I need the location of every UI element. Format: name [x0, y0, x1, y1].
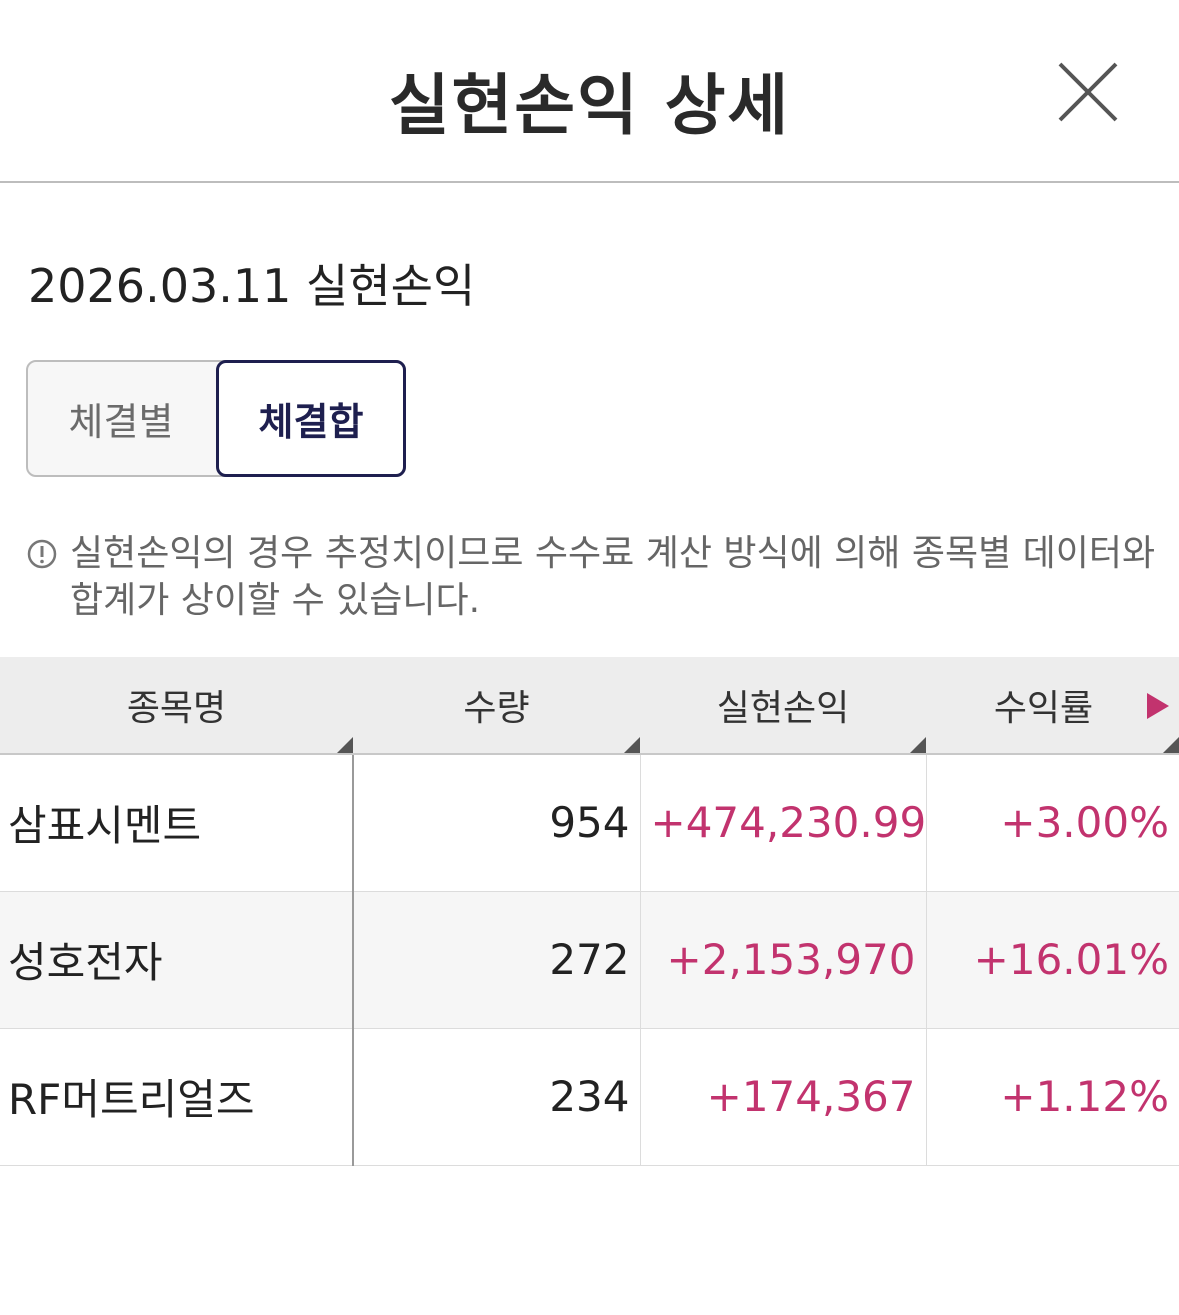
quantity-cell: 954	[353, 754, 641, 892]
stock-name-cell: 성호전자	[0, 891, 354, 1029]
column-header-qty[interactable]: 수량	[353, 657, 640, 755]
return-rate-cell: +16.01%	[926, 891, 1179, 1029]
table-header-row: 종목명 수량 실현손익 수익률	[0, 657, 1179, 755]
notice-text: 실현손익의 경우 추정치이므로 수수료 계산 방식에 의해 종목별 데이터와 합…	[70, 533, 1156, 621]
date-pnl-title: 2026.03.11 실현손익	[28, 259, 476, 313]
scroll-right-icon[interactable]	[1145, 691, 1171, 721]
header-label: 종목명	[126, 688, 227, 729]
realized-pnl-cell: +2,153,970	[640, 891, 927, 1029]
stock-name-cell: 삼표시멘트	[0, 754, 354, 892]
column-header-pnl[interactable]: 실현손익	[640, 657, 926, 755]
sort-corner-icon	[1163, 737, 1179, 753]
close-button[interactable]	[1054, 58, 1122, 126]
realized-pnl-cell: +474,230.99	[640, 754, 927, 892]
sort-corner-icon	[910, 737, 926, 753]
view-mode-segment: 체결별 체결합	[26, 360, 406, 477]
pnl-table: 종목명 수량 실현손익 수익률 삼표시멘트 954 +474,230.99 +3…	[0, 657, 1179, 1166]
column-header-name[interactable]: 종목명	[0, 657, 353, 755]
table-row[interactable]: RF머트리얼즈 234 +174,367 +1.12%	[0, 1028, 1179, 1166]
page-title: 실현손익 상세	[388, 67, 791, 144]
tab-execution-sum[interactable]: 체결합	[216, 360, 406, 477]
realized-pnl-cell: +174,367	[640, 1028, 927, 1166]
return-rate-cell: +1.12%	[926, 1028, 1179, 1166]
table-row[interactable]: 삼표시멘트 954 +474,230.99 +3.00%	[0, 754, 1179, 892]
sort-corner-icon	[624, 737, 640, 753]
modal-header: 실현손익 상세	[0, 0, 1179, 183]
notice: 실현손익의 경우 추정치이므로 수수료 계산 방식에 의해 종목별 데이터와 합…	[26, 530, 1156, 624]
return-rate-cell: +3.00%	[926, 754, 1179, 892]
table-row[interactable]: 성호전자 272 +2,153,970 +16.01%	[0, 891, 1179, 1029]
info-icon	[27, 539, 57, 569]
header-label: 실현손익	[716, 688, 850, 729]
tab-by-execution[interactable]: 체결별	[26, 360, 216, 477]
column-header-rate[interactable]: 수익률	[926, 657, 1179, 755]
quantity-cell: 272	[353, 891, 641, 1029]
sort-corner-icon	[337, 737, 353, 753]
quantity-cell: 234	[353, 1028, 641, 1166]
header-label: 수량	[463, 688, 530, 729]
header-label: 수익률	[993, 688, 1094, 729]
stock-name-cell: RF머트리얼즈	[0, 1028, 354, 1166]
close-icon	[1058, 62, 1118, 122]
